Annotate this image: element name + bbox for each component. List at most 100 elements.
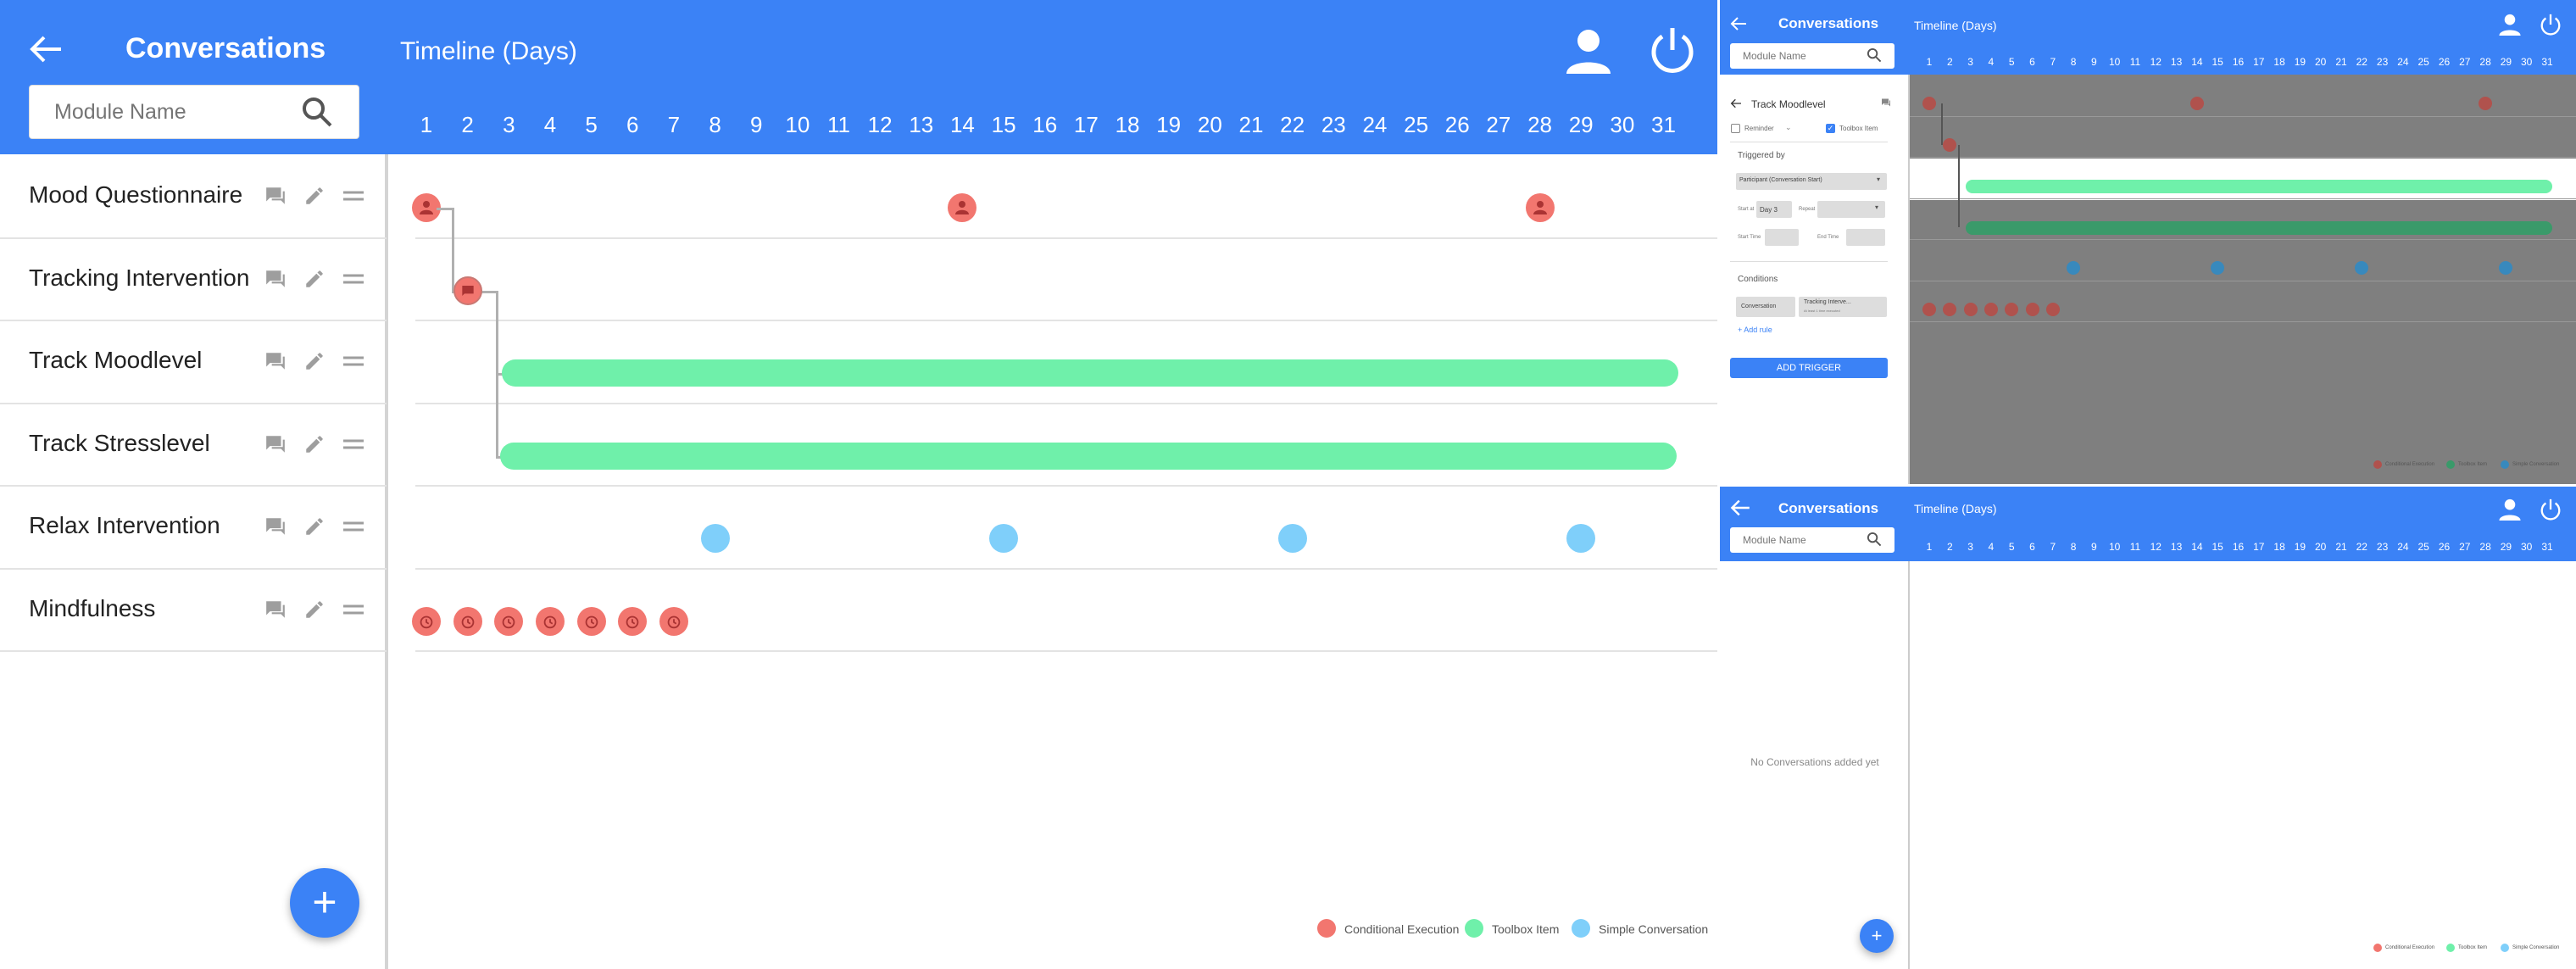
add-module-button[interactable]: +: [290, 868, 359, 938]
search-icon[interactable]: [1865, 46, 1883, 64]
back-arrow-icon[interactable]: [1728, 14, 1750, 34]
toolbox-item-bar[interactable]: [1965, 220, 2552, 235]
day-label: 6: [2029, 56, 2035, 68]
day-label: 7: [667, 112, 681, 137]
user-icon[interactable]: [2495, 10, 2524, 39]
power-icon[interactable]: [1644, 22, 1700, 78]
conditional-execution-marker[interactable]: [659, 606, 688, 636]
drag-handle-icon[interactable]: [341, 432, 366, 457]
simple-conversation-marker[interactable]: [989, 524, 1019, 553]
search-input[interactable]: [1743, 532, 1861, 549]
chevron-down-icon[interactable]: ⌄: [1785, 123, 1792, 132]
toolbox-item-bar[interactable]: [1965, 180, 2552, 193]
conditional-execution-marker[interactable]: [2005, 302, 2019, 316]
simple-conversation-marker[interactable]: [1566, 524, 1596, 553]
conditional-execution-marker[interactable]: [1983, 302, 1998, 316]
module-title: Track Moodlevel: [1751, 98, 1826, 110]
user-icon[interactable]: [2495, 495, 2524, 524]
search-input[interactable]: [1743, 47, 1861, 64]
chat-icon[interactable]: [263, 514, 288, 539]
conditional-execution-marker[interactable]: [2189, 97, 2204, 110]
simple-conversation-marker[interactable]: [2067, 261, 2081, 275]
search-icon[interactable]: [298, 93, 336, 131]
drag-handle-icon[interactable]: [341, 348, 366, 374]
legend-swatch: [2446, 944, 2455, 952]
edit-pencil-icon[interactable]: [302, 183, 327, 209]
toolbox-item-bar[interactable]: [502, 359, 1679, 387]
conditional-execution-marker[interactable]: [1525, 193, 1555, 222]
day-label: 24: [1362, 112, 1388, 137]
add-trigger-button[interactable]: ADD TRIGGER: [1730, 358, 1888, 378]
conditional-execution-marker[interactable]: [618, 606, 648, 636]
simple-conversation-marker[interactable]: [1277, 524, 1307, 553]
legend-swatch: [2373, 460, 2382, 469]
back-arrow-icon[interactable]: [1729, 97, 1743, 110]
conditional-execution-marker[interactable]: [453, 606, 482, 636]
end-time-select[interactable]: [1846, 229, 1885, 246]
reminder-checkbox[interactable]: [1731, 124, 1740, 133]
legend-label: Simple Conversation: [2512, 462, 2560, 467]
conditional-execution-marker[interactable]: [1943, 302, 1957, 316]
drag-handle-icon[interactable]: [341, 514, 366, 539]
conditional-execution-marker[interactable]: [1922, 302, 1936, 316]
toolbox-item-bar[interactable]: [500, 442, 1677, 470]
day-label: 22: [2356, 56, 2367, 68]
conditional-execution-marker[interactable]: [2045, 302, 2060, 316]
timeline-title: Timeline (Days): [400, 37, 577, 65]
chat-icon[interactable]: [263, 266, 288, 292]
edit-pencil-icon[interactable]: [302, 597, 327, 622]
back-arrow-icon[interactable]: [24, 31, 68, 68]
simple-conversation-marker[interactable]: [700, 524, 730, 553]
day-label: 5: [585, 112, 598, 137]
day-label: 19: [1156, 112, 1182, 137]
edit-timeline-title: Timeline (Days): [1914, 19, 1997, 32]
add-trigger-label: ADD TRIGGER: [1776, 363, 1842, 373]
day-label: 20: [1197, 112, 1222, 137]
conditional-execution-marker[interactable]: [1943, 137, 1957, 152]
search-icon[interactable]: [1865, 530, 1883, 549]
edit-pencil-icon[interactable]: [302, 266, 327, 292]
add-rule-link[interactable]: + Add rule: [1738, 326, 1772, 334]
day-label: 11: [2129, 56, 2141, 68]
chat-icon[interactable]: [263, 183, 288, 209]
module-label: Mood Questionnaire: [29, 181, 243, 208]
conditional-execution-marker[interactable]: [2025, 302, 2039, 316]
conditional-execution-marker[interactable]: [1922, 97, 1936, 110]
page-title: Conversations: [125, 32, 326, 64]
chat-icon[interactable]: [263, 432, 288, 457]
day-label: 27: [1486, 112, 1511, 137]
row-divider: [1910, 198, 2576, 199]
row-divider: [1910, 239, 2576, 240]
chat-icon[interactable]: [263, 348, 288, 374]
conditional-execution-marker[interactable]: [412, 606, 441, 636]
edit-pencil-icon[interactable]: [302, 514, 327, 539]
day-label: 14: [2191, 541, 2203, 553]
user-icon[interactable]: [1561, 24, 1616, 78]
chat-icon[interactable]: [263, 597, 288, 622]
power-icon[interactable]: [2536, 495, 2565, 524]
chat-icon[interactable]: [1880, 97, 1892, 109]
day-label: 19: [2294, 541, 2306, 553]
drag-handle-icon[interactable]: [341, 183, 366, 209]
edit-pencil-icon[interactable]: [302, 432, 327, 457]
back-arrow-icon[interactable]: [1728, 497, 1753, 519]
conditional-execution-marker[interactable]: [494, 606, 524, 636]
drag-handle-icon[interactable]: [341, 266, 366, 292]
module-label: Track Moodlevel: [29, 347, 203, 373]
toolbox-checkbox[interactable]: ✓: [1826, 124, 1835, 133]
add-module-button[interactable]: +: [1860, 919, 1894, 953]
power-icon[interactable]: [2536, 10, 2565, 39]
edit-pencil-icon[interactable]: [302, 348, 327, 374]
legend-label: Conditional Execution: [2385, 462, 2435, 467]
search-input[interactable]: [54, 95, 292, 129]
conditional-execution-marker[interactable]: [576, 606, 606, 636]
start-time-select[interactable]: [1765, 229, 1799, 246]
empty-state-text: No Conversations added yet: [1750, 756, 1879, 768]
conditional-execution-marker[interactable]: [948, 193, 977, 222]
conditional-execution-marker[interactable]: [1963, 302, 1978, 316]
conditional-execution-marker[interactable]: [535, 606, 565, 636]
conditional-execution-marker[interactable]: [2479, 97, 2493, 110]
day-label: 10: [785, 112, 810, 137]
conditional-execution-marker[interactable]: [453, 276, 482, 305]
drag-handle-icon[interactable]: [341, 597, 366, 622]
